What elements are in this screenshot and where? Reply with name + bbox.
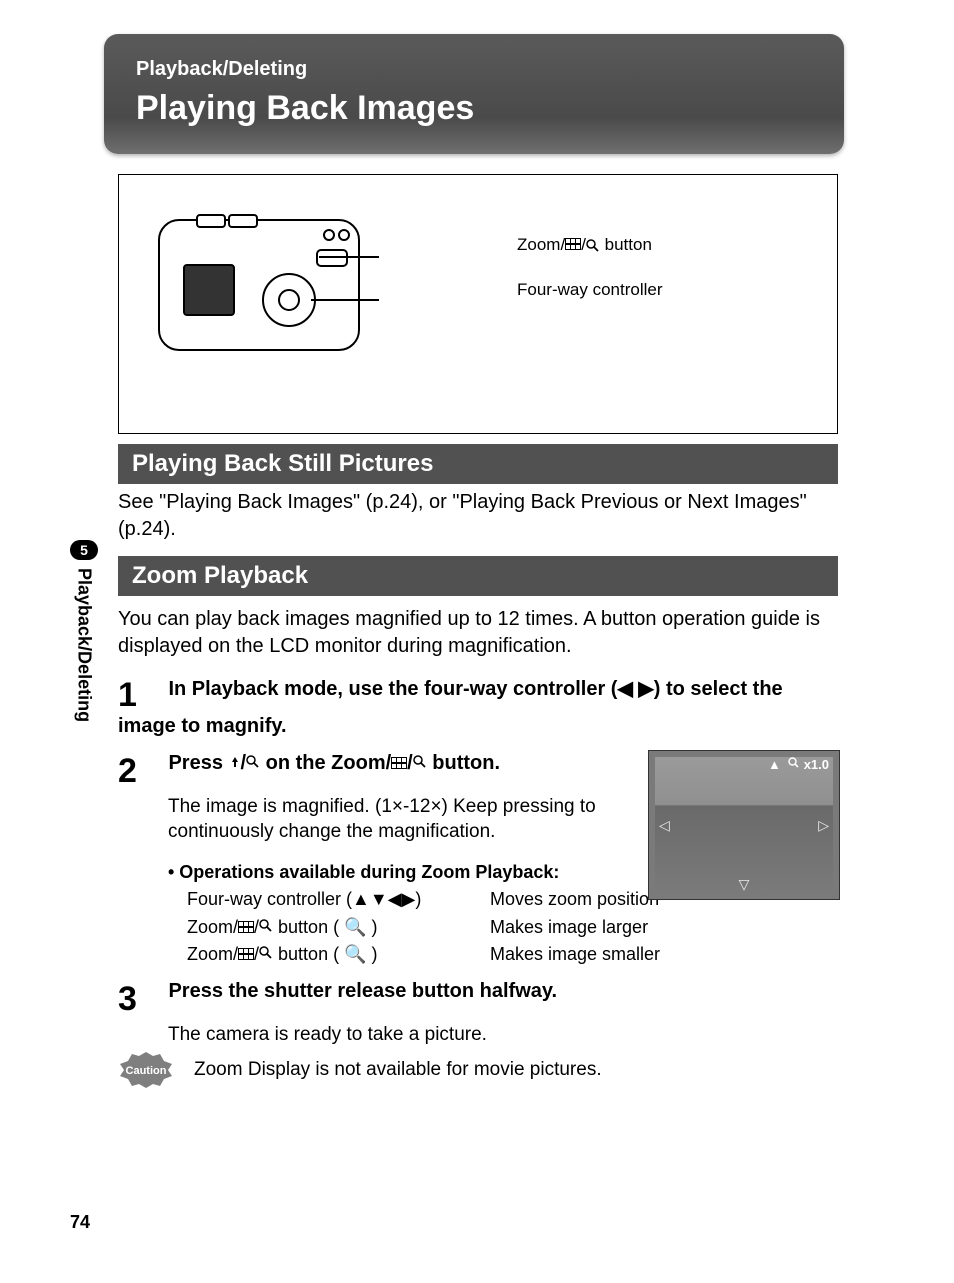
banner-category: Playback/Deleting xyxy=(136,58,812,81)
table-row: Zoom// button ( 🔍 ) Makes image smaller xyxy=(186,942,670,967)
step-2-body: The image is magnified. (1×-12×) Keep pr… xyxy=(168,795,628,844)
lcd-zoom-label: ▲ x1.0 xyxy=(768,757,829,772)
op-control: Zoom// button ( 🔍 ) xyxy=(186,942,487,967)
svg-text:Caution: Caution xyxy=(126,1065,167,1077)
thumbnail-icon xyxy=(565,238,581,250)
op-effect: Makes image larger xyxy=(489,915,670,940)
step-3: 3 Press the shutter release button halfw… xyxy=(118,980,838,1048)
callout-zoom-button: Zoom// button xyxy=(517,235,652,255)
step-1: 1 In Playback mode, use the four-way con… xyxy=(118,676,838,738)
caution-note: Caution Zoom Display is not available fo… xyxy=(118,1050,838,1090)
magnify-icon xyxy=(246,752,260,774)
magnify-icon xyxy=(413,752,427,774)
arrow-left-icon: ◁ xyxy=(659,817,670,834)
section2-intro: You can play back images magnified up to… xyxy=(118,606,838,660)
arrow-down-icon: ▽ xyxy=(739,876,750,893)
chapter-number: 5 xyxy=(70,540,98,560)
step-2-number: 2 xyxy=(118,752,164,791)
thumbnail-icon xyxy=(238,921,254,933)
step-2-heading: Press / on the Zoom// button. xyxy=(168,752,500,774)
section-header-zoom-playback: Zoom Playback xyxy=(118,556,838,596)
step-3-number: 3 xyxy=(118,980,164,1019)
page-number: 74 xyxy=(70,1212,90,1233)
op-effect: Moves zoom position xyxy=(489,887,670,912)
magnify-icon xyxy=(259,944,273,964)
camera-illustration xyxy=(149,195,379,390)
side-tab: 5 Playback/Deleting xyxy=(64,538,104,798)
section1-body: See "Playing Back Images" (p.24), or "Pl… xyxy=(118,489,838,543)
page-title: Playing Back Images xyxy=(136,89,812,128)
step-1-heading: In Playback mode, use the four-way contr… xyxy=(118,678,783,737)
op-control: Zoom// button ( 🔍 ) xyxy=(186,915,487,940)
magnify-icon xyxy=(788,757,800,772)
caution-text: Zoom Display is not available for movie … xyxy=(194,1059,602,1081)
table-row: Zoom// button ( 🔍 ) Makes image larger xyxy=(186,915,670,940)
camera-illustration-box: Zoom// button Four-way controller xyxy=(118,174,838,434)
thumbnail-icon xyxy=(391,757,407,769)
step-3-body: The camera is ready to take a picture. xyxy=(168,1023,838,1048)
table-row: Four-way controller (▲▼◀▶) Moves zoom po… xyxy=(186,887,670,912)
magnify-icon xyxy=(259,917,273,937)
chapter-label: Playback/Deleting xyxy=(74,568,95,722)
op-effect: Makes image smaller xyxy=(489,942,670,967)
operations-table: Four-way controller (▲▼◀▶) Moves zoom po… xyxy=(184,885,672,969)
thumbnail-icon xyxy=(238,948,254,960)
arrow-right-icon: ▷ xyxy=(818,817,829,834)
lcd-image xyxy=(655,757,833,893)
magnify-icon xyxy=(586,235,600,254)
chapter-banner: Playback/Deleting Playing Back Images xyxy=(104,34,844,154)
lcd-preview: ▲ x1.0 ◁ ▷ ▽ xyxy=(648,750,840,900)
op-control: Four-way controller (▲▼◀▶) xyxy=(186,887,487,912)
zoom-in-icon xyxy=(229,752,241,774)
caution-icon: Caution xyxy=(118,1050,174,1090)
step-3-heading: Press the shutter release button halfway… xyxy=(168,980,557,1002)
callout-fourway: Four-way controller xyxy=(517,280,663,300)
section-header-still-pictures: Playing Back Still Pictures xyxy=(118,444,838,484)
step-1-number: 1 xyxy=(118,676,164,715)
